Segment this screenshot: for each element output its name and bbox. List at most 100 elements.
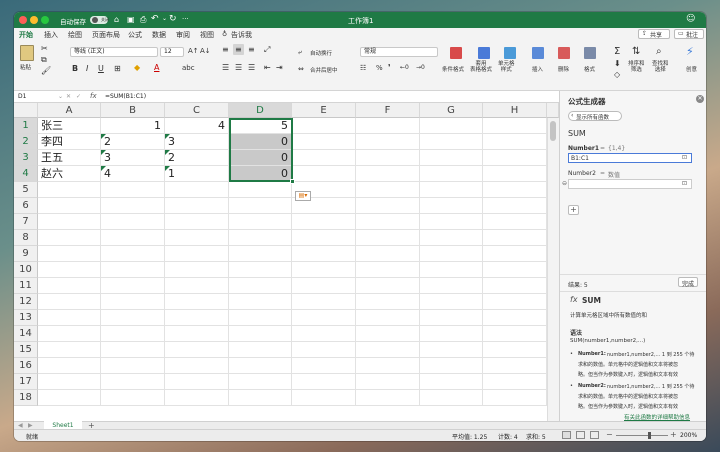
- column-header-g[interactable]: G: [420, 103, 483, 118]
- cell-b16[interactable]: [101, 358, 165, 374]
- cell-h3[interactable]: [483, 150, 547, 166]
- cell-h12[interactable]: [483, 294, 547, 310]
- zoom-window-button[interactable]: [41, 16, 49, 24]
- cell-d17[interactable]: [229, 374, 292, 390]
- conditional-format-icon[interactable]: [450, 47, 462, 59]
- cell-g2[interactable]: [420, 134, 483, 150]
- cell-b13[interactable]: [101, 310, 165, 326]
- cell-e15[interactable]: [292, 342, 356, 358]
- page-break-view-icon[interactable]: [590, 431, 599, 439]
- cell-a16[interactable]: [38, 358, 101, 374]
- cell-d12[interactable]: [229, 294, 292, 310]
- number2-collapse-icon[interactable]: ⊡: [682, 180, 687, 187]
- cell-f14[interactable]: [356, 326, 420, 342]
- cell-f4[interactable]: [356, 166, 420, 182]
- cell-c11[interactable]: [165, 278, 229, 294]
- remove-argument-icon[interactable]: ⊖: [562, 180, 567, 187]
- cell-d2[interactable]: 0: [229, 134, 292, 150]
- column-header-e[interactable]: E: [292, 103, 356, 118]
- cut-icon[interactable]: ✂: [41, 44, 48, 53]
- cell-d6[interactable]: [229, 198, 292, 214]
- underline-button[interactable]: U: [98, 64, 104, 73]
- cell-g12[interactable]: [420, 294, 483, 310]
- cell-a5[interactable]: [38, 182, 101, 198]
- help-link[interactable]: 有关此函数的详细帮助信息: [624, 413, 690, 421]
- cell-e12[interactable]: [292, 294, 356, 310]
- fill-color-icon[interactable]: ◆: [134, 63, 140, 72]
- ideas-icon[interactable]: ⚡: [686, 45, 694, 58]
- cell-f13[interactable]: [356, 310, 420, 326]
- cell-c9[interactable]: [165, 246, 229, 262]
- cell-b9[interactable]: [101, 246, 165, 262]
- column-header-d[interactable]: D: [229, 103, 292, 118]
- confirm-entry-icon[interactable]: ✓: [76, 93, 81, 100]
- cell-h1[interactable]: [483, 118, 547, 134]
- increase-font-icon[interactable]: A↑: [188, 47, 199, 55]
- cell-c14[interactable]: [165, 326, 229, 342]
- increase-decimal-icon[interactable]: ←0: [400, 64, 409, 71]
- zoom-slider-track[interactable]: [616, 435, 668, 436]
- cell-a15[interactable]: [38, 342, 101, 358]
- cell-c10[interactable]: [165, 262, 229, 278]
- tab-insert[interactable]: 插入: [44, 30, 58, 40]
- cell-c4[interactable]: 1: [165, 166, 229, 182]
- cell-e2[interactable]: [292, 134, 356, 150]
- next-sheet-icon[interactable]: ▶: [28, 422, 33, 429]
- cell-d18[interactable]: [229, 390, 292, 406]
- row-header-17[interactable]: 17: [14, 374, 38, 390]
- cell-e14[interactable]: [292, 326, 356, 342]
- cell-g13[interactable]: [420, 310, 483, 326]
- cell-d11[interactable]: [229, 278, 292, 294]
- cell-h14[interactable]: [483, 326, 547, 342]
- cell-f3[interactable]: [356, 150, 420, 166]
- cell-e18[interactable]: [292, 390, 356, 406]
- cell-a13[interactable]: [38, 310, 101, 326]
- cell-g14[interactable]: [420, 326, 483, 342]
- zoom-out-icon[interactable]: −: [606, 430, 613, 439]
- cell-e1[interactable]: [292, 118, 356, 134]
- cell-d13[interactable]: [229, 310, 292, 326]
- accounting-icon[interactable]: ☷: [360, 64, 366, 72]
- cancel-entry-icon[interactable]: ✕: [66, 93, 71, 100]
- cell-c18[interactable]: [165, 390, 229, 406]
- cell-f7[interactable]: [356, 214, 420, 230]
- cell-g15[interactable]: [420, 342, 483, 358]
- row-header-7[interactable]: 7: [14, 214, 38, 230]
- column-header-b[interactable]: B: [101, 103, 165, 118]
- cell-a9[interactable]: [38, 246, 101, 262]
- cell-h18[interactable]: [483, 390, 547, 406]
- cell-h9[interactable]: [483, 246, 547, 262]
- decrease-font-icon[interactable]: A↓: [200, 47, 211, 55]
- row-header-1[interactable]: 1: [14, 118, 38, 134]
- row-header-18[interactable]: 18: [14, 390, 38, 406]
- cell-a1[interactable]: 张三: [38, 118, 101, 134]
- row-header-15[interactable]: 15: [14, 342, 38, 358]
- cell-c1[interactable]: 4: [165, 118, 229, 134]
- cell-d3[interactable]: 0: [229, 150, 292, 166]
- column-header-c[interactable]: C: [165, 103, 229, 118]
- cell-c7[interactable]: [165, 214, 229, 230]
- cell-b18[interactable]: [101, 390, 165, 406]
- cell-a11[interactable]: [38, 278, 101, 294]
- zoom-slider-thumb[interactable]: [648, 432, 651, 439]
- cell-f11[interactable]: [356, 278, 420, 294]
- cell-h7[interactable]: [483, 214, 547, 230]
- cell-a2[interactable]: 李四: [38, 134, 101, 150]
- cell-e4[interactable]: [292, 166, 356, 182]
- vertical-scrollbar-thumb[interactable]: [550, 121, 556, 141]
- cell-c5[interactable]: [165, 182, 229, 198]
- print-icon[interactable]: ⎙: [140, 15, 146, 25]
- cell-d15[interactable]: [229, 342, 292, 358]
- borders-icon[interactable]: ⊞: [114, 64, 121, 73]
- number1-collapse-icon[interactable]: ⊡: [682, 154, 687, 161]
- tab-page-layout[interactable]: 页面布局: [92, 30, 120, 40]
- cell-c16[interactable]: [165, 358, 229, 374]
- row-header-9[interactable]: 9: [14, 246, 38, 262]
- minimize-window-button[interactable]: [30, 16, 38, 24]
- cell-f9[interactable]: [356, 246, 420, 262]
- cell-g17[interactable]: [420, 374, 483, 390]
- cell-f10[interactable]: [356, 262, 420, 278]
- cell-g6[interactable]: [420, 198, 483, 214]
- wrap-text-button[interactable]: 自动换行: [310, 49, 332, 57]
- decrease-decimal-icon[interactable]: →0: [416, 64, 425, 71]
